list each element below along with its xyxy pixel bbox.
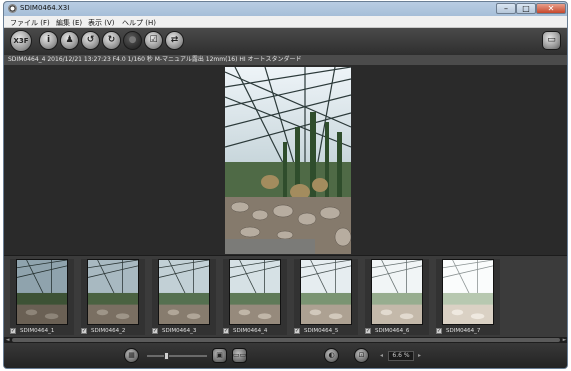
thumbnail-checkbox[interactable]: ✓ — [81, 328, 87, 334]
image-viewer — [4, 65, 567, 255]
main-photo[interactable] — [225, 67, 351, 254]
thumbnail-item[interactable]: ✓ SDIM0464_6 — [365, 259, 429, 335]
thumbnail-checkbox[interactable]: ✓ — [152, 328, 158, 334]
menu-file[interactable]: ファイル (F) — [10, 18, 50, 28]
app-icon — [8, 4, 17, 13]
stamp-icon[interactable]: ♟ — [60, 31, 79, 50]
close-button[interactable]: ✕ — [536, 3, 566, 14]
panel-icon[interactable]: ▭ — [542, 31, 561, 50]
fit-to-window-icon[interactable]: ⊡ — [354, 348, 369, 363]
thumbnail-image[interactable] — [87, 259, 139, 325]
zoom-level[interactable]: 6.6 % — [388, 351, 414, 361]
thumbnail-label: SDIM0464_5 — [304, 328, 339, 334]
zoom-prev-icon[interactable]: ◂ — [378, 351, 385, 361]
thumbnail-image[interactable] — [158, 259, 210, 325]
thumbnail-item[interactable]: ✓ SDIM0464_7 — [436, 259, 500, 335]
toolbar: X3F i ♟ ↺ ↻ ● ☑ ⇄ ▭ — [4, 28, 567, 55]
info-line: SDIM0464_4 2016/12/21 13:27:23 F4.0 1/16… — [4, 55, 567, 65]
app-window: SDIM0464.X3I – □ ✕ ファイル (F) 編集 (E) 表示 (V… — [3, 1, 568, 369]
disabled-icon: ● — [123, 31, 142, 50]
bottom-toolbar: ▦ ▣ ▭▭ ◐ ⊡ ◂ 6.6 % ▸ — [4, 343, 567, 368]
thumbnail-checkbox[interactable]: ✓ — [223, 328, 229, 334]
window-title: SDIM0464.X3I — [20, 4, 70, 12]
thumbnail-size-slider[interactable] — [147, 355, 207, 357]
thumbnail-image[interactable] — [229, 259, 281, 325]
grid-view-icon[interactable]: ▦ — [124, 348, 139, 363]
menu-edit[interactable]: 編集 (E) — [56, 18, 82, 28]
scroll-thumb[interactable] — [12, 338, 560, 342]
thumbnail-checkbox[interactable]: ✓ — [436, 328, 442, 334]
thumbnail-checkbox[interactable]: ✓ — [365, 328, 371, 334]
thumbnail-image[interactable] — [300, 259, 352, 325]
thumbnail-item[interactable]: ✓ SDIM0464_5 — [294, 259, 358, 335]
thumbnail-label: SDIM0464_6 — [375, 328, 410, 334]
thumbnail-image[interactable] — [16, 259, 68, 325]
maximize-button[interactable]: □ — [516, 3, 536, 14]
thumbnail-item[interactable]: ✓ SDIM0464_3 — [152, 259, 216, 335]
title-bar: SDIM0464.X3I – □ ✕ — [4, 2, 567, 16]
thumbnail-item[interactable]: ✓ SDIM0464_4 — [223, 259, 287, 335]
thumbnail-checkbox[interactable]: ✓ — [294, 328, 300, 334]
thumbnail-strip: ✓ SDIM0464_1 ✓ SDIM0464_2 ✓ SDIM0464_3 ✓… — [4, 255, 567, 337]
x3f-icon[interactable]: X3F — [10, 30, 32, 52]
compare-icon[interactable]: ⇄ — [165, 31, 184, 50]
dual-view-icon[interactable]: ▭▭ — [232, 348, 247, 363]
thumbnail-label: SDIM0464_7 — [446, 328, 481, 334]
info-icon[interactable]: i — [39, 31, 58, 50]
thumbnail-label: SDIM0464_3 — [162, 328, 197, 334]
minimize-button[interactable]: – — [496, 3, 516, 14]
menu-bar: ファイル (F) 編集 (E) 表示 (V) ヘルプ (H) — [4, 16, 567, 28]
single-view-icon[interactable]: ▣ — [212, 348, 227, 363]
menu-view[interactable]: 表示 (V) — [88, 18, 114, 28]
thumbnail-item[interactable]: ✓ SDIM0464_2 — [81, 259, 145, 335]
thumbnail-label: SDIM0464_2 — [91, 328, 126, 334]
thumbnail-image[interactable] — [371, 259, 423, 325]
slider-handle[interactable] — [164, 352, 169, 360]
thumbnail-item[interactable]: ✓ SDIM0464_1 — [10, 259, 74, 335]
thumbnail-image[interactable] — [442, 259, 494, 325]
check-icon[interactable]: ☑ — [144, 31, 163, 50]
rotate-left-icon[interactable]: ↺ — [81, 31, 100, 50]
rotate-right-icon[interactable]: ↻ — [102, 31, 121, 50]
thumbnail-label: SDIM0464_4 — [233, 328, 268, 334]
zoom-next-icon[interactable]: ▸ — [416, 351, 423, 361]
thumbnail-checkbox[interactable]: ✓ — [10, 328, 16, 334]
thumbnail-label: SDIM0464_1 — [20, 328, 55, 334]
exposure-icon[interactable]: ◐ — [324, 348, 339, 363]
menu-help[interactable]: ヘルプ (H) — [122, 18, 156, 28]
